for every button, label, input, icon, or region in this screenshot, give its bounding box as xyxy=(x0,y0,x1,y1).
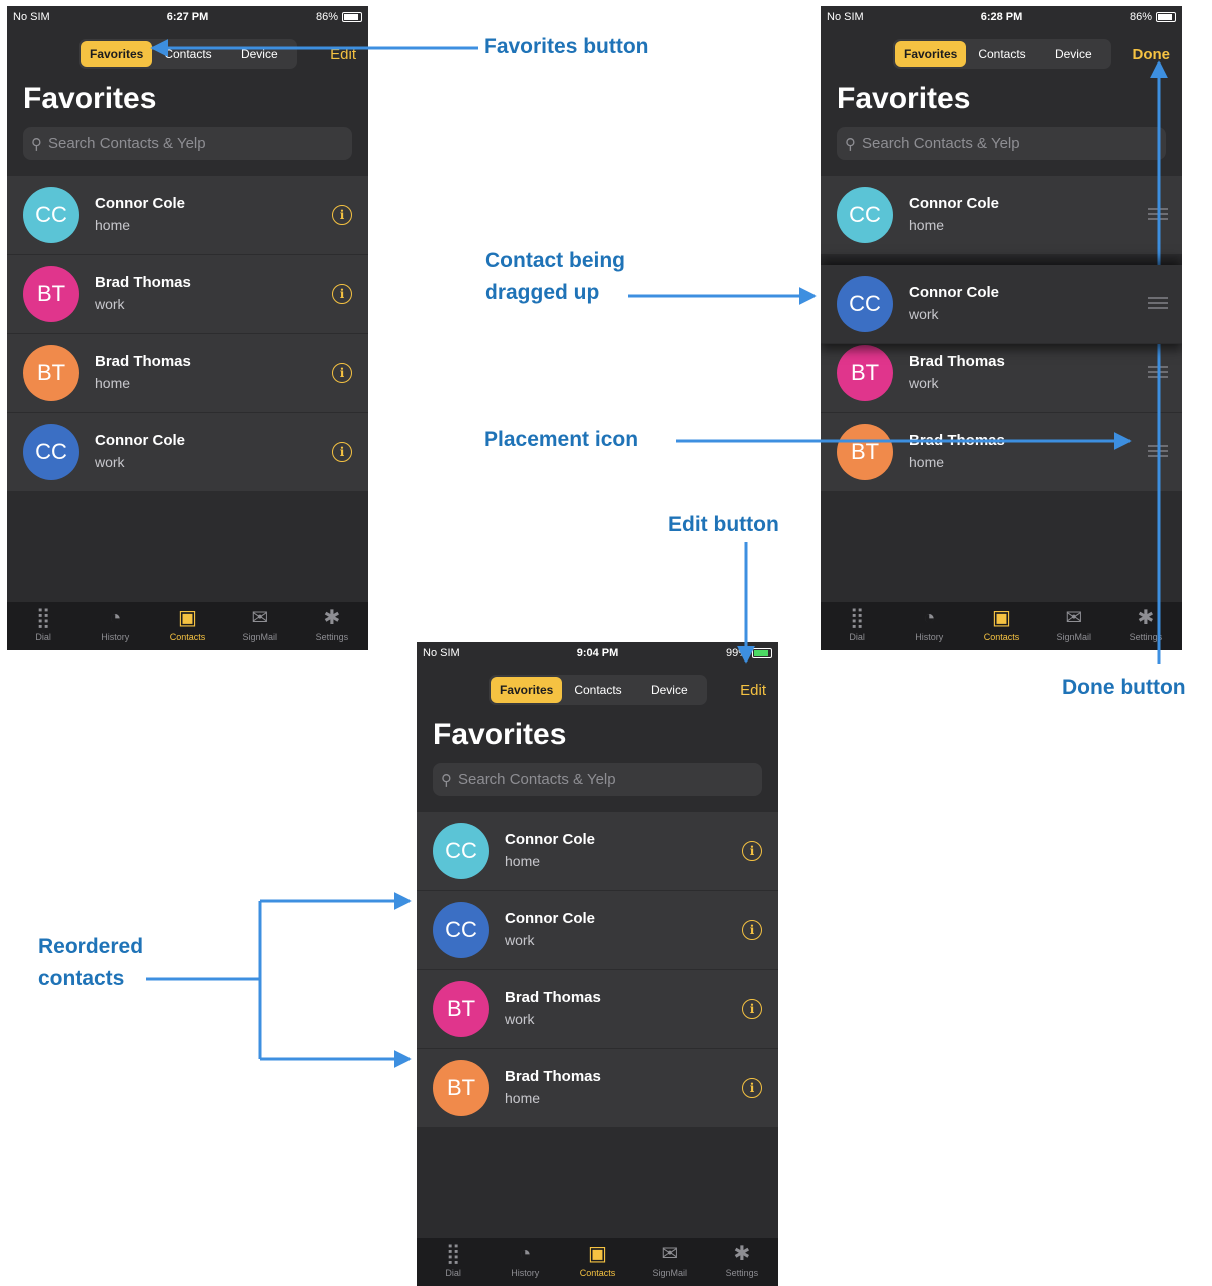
contact-name: Connor Cole xyxy=(909,284,999,301)
avatar: CC xyxy=(837,276,893,332)
list-item[interactable]: CC Connor Cole work xyxy=(821,265,1182,344)
contact-type: work xyxy=(909,306,939,322)
annotation-arrows xyxy=(146,39,1168,1068)
reorder-handle-icon[interactable] xyxy=(1148,297,1168,309)
